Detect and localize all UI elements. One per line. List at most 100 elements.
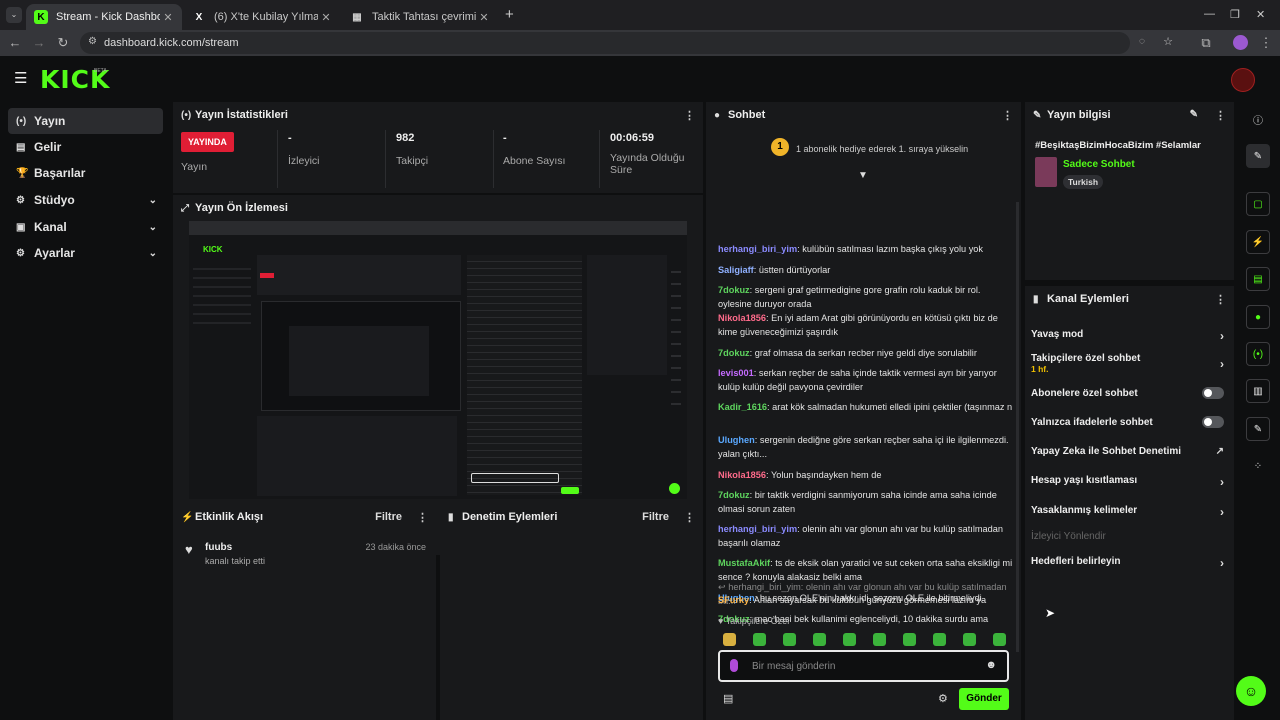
action-goals[interactable]: Hedefleri belirleyin ›	[1031, 556, 1226, 570]
bolt-icon[interactable]: ⚡	[1246, 230, 1270, 254]
microphone-icon[interactable]	[730, 659, 738, 672]
edit-icon[interactable]: ✎	[1190, 109, 1198, 120]
action-label: Hedefleri belirleyin	[1031, 556, 1121, 567]
site-info-icon[interactable]: ⚙	[88, 36, 97, 47]
chat-username[interactable]: 7dokuz	[718, 348, 750, 358]
emote-button[interactable]	[993, 633, 1006, 646]
pin-icon[interactable]: ▼	[858, 170, 868, 181]
broadcast-icon[interactable]: (•)	[1246, 342, 1270, 366]
action-slow-mode[interactable]: Yavaş mod ›	[1031, 329, 1226, 343]
browser-tab-taktik[interactable]: ▦ Taktik Tahtası çevrimiçi - Futbol ✕	[342, 4, 498, 30]
info-icon[interactable]: ⓘ	[1246, 107, 1270, 131]
emote-button[interactable]	[843, 633, 856, 646]
nodes-icon[interactable]: ⁘	[1246, 454, 1270, 478]
pencil-icon[interactable]: ✎	[1246, 144, 1270, 168]
emoji-icon[interactable]: ☻	[985, 659, 997, 671]
action-followers-chat[interactable]: Takipçilere özel sohbet 1 hf. ›	[1031, 353, 1226, 374]
back-icon[interactable]: ←	[7, 35, 23, 50]
category-thumbnail[interactable]	[1035, 157, 1057, 187]
more-options-icon[interactable]: ⋮	[684, 511, 695, 524]
nav-item-gelir[interactable]: ▤ Gelir	[8, 134, 163, 160]
chat-username[interactable]: 7dokuz	[718, 490, 750, 500]
emote-button[interactable]	[933, 633, 946, 646]
chat-username[interactable]: herhangi_biri_yim	[718, 244, 797, 254]
nav-item-yayin[interactable]: (•) Yayın	[8, 108, 163, 134]
more-options-icon[interactable]: ⋮	[684, 109, 695, 122]
reload-icon[interactable]: ↻	[55, 35, 71, 51]
emote-chat-toggle[interactable]	[1202, 416, 1224, 428]
action-subs-chat[interactable]: Abonelere özel sohbet	[1031, 387, 1226, 399]
browser-menu-icon[interactable]: ⋮	[1258, 35, 1274, 51]
chat-username[interactable]: herhangi_biri_yim	[718, 524, 797, 534]
user-avatar[interactable]	[1231, 68, 1255, 92]
stream-preview-video[interactable]: KICK	[189, 221, 687, 499]
close-tab-icon[interactable]: ✕	[476, 11, 492, 24]
emote-button[interactable]	[753, 633, 766, 646]
emote-button[interactable]	[873, 633, 886, 646]
filter-button[interactable]: Filtre	[375, 511, 402, 523]
chat-username[interactable]: SFurky	[718, 595, 749, 605]
chat-input[interactable]: Bir mesaj gönderin ☻	[718, 650, 1009, 682]
more-options-icon[interactable]: ⋮	[1215, 109, 1226, 122]
layout-icon[interactable]: ▥	[1246, 379, 1270, 403]
close-window-icon[interactable]: ✕	[1256, 8, 1265, 21]
activity-user[interactable]: fuubs	[205, 542, 232, 553]
camera-icon[interactable]: ▢	[1246, 192, 1270, 216]
gift-leaderboard-text[interactable]: 1 abonelik hediye ederek 1. sıraya yükse…	[796, 144, 968, 154]
panel-title: Kanal Eylemleri	[1047, 293, 1129, 305]
chat-username[interactable]: MustafaAkif	[718, 558, 770, 568]
emote-button[interactable]	[963, 633, 976, 646]
document-icon[interactable]: ▤	[1246, 267, 1270, 291]
nav-item-basarilar[interactable]: 🏆 Başarılar	[8, 160, 163, 186]
restore-icon[interactable]: ❐	[1230, 8, 1240, 21]
emote-button[interactable]	[783, 633, 796, 646]
subs-chat-toggle[interactable]	[1202, 387, 1224, 399]
chat-username[interactable]: Ulughen	[718, 435, 755, 445]
chat-username[interactable]: Nikola1856	[718, 470, 766, 480]
emote-button[interactable]	[903, 633, 916, 646]
emote-button[interactable]	[813, 633, 826, 646]
chat-username[interactable]: Saligiaff	[718, 265, 754, 275]
hamburger-menu-icon[interactable]: ☰	[14, 69, 27, 87]
profile-avatar-icon[interactable]	[1233, 35, 1248, 50]
wrench-icon[interactable]: ✎	[1246, 417, 1270, 441]
extensions-icon[interactable]: ⧉	[1198, 35, 1214, 51]
filter-button[interactable]: Filtre	[642, 511, 669, 523]
support-chat-icon[interactable]: ☺	[1236, 676, 1266, 706]
divider	[385, 130, 386, 188]
nav-item-studyo[interactable]: ⚙ Stüdyo ⌄	[8, 187, 163, 213]
new-tab-button[interactable]: +	[505, 6, 514, 23]
chat-username[interactable]: levis001	[718, 368, 754, 378]
minimize-icon[interactable]: —	[1204, 8, 1215, 20]
nav-item-kanal[interactable]: ▣ Kanal ⌄	[8, 214, 163, 240]
emote-button[interactable]	[723, 633, 736, 646]
more-options-icon[interactable]: ⋮	[1215, 293, 1226, 306]
nav-item-ayarlar[interactable]: ⚙ Ayarlar ⌄	[8, 240, 163, 266]
chat-bubble-icon[interactable]: ●	[1246, 305, 1270, 329]
browser-tab-kick[interactable]: K Stream - Kick Dashboard ✕	[26, 4, 182, 30]
eye-off-icon[interactable]: ◌	[1139, 36, 1145, 47]
nav-label: Kanal	[34, 220, 67, 234]
chat-username[interactable]: Nikola1856	[718, 313, 766, 323]
close-tab-icon[interactable]: ✕	[160, 11, 176, 24]
action-emote-chat[interactable]: Yalnızca ifadelerle sohbet	[1031, 416, 1226, 428]
close-tab-icon[interactable]: ✕	[318, 11, 334, 24]
action-banned-words[interactable]: Yasaklanmış kelimeler ›	[1031, 505, 1226, 519]
chat-username[interactable]: Kadir_1616	[718, 402, 767, 412]
category-name[interactable]: Sadece Sohbet	[1063, 159, 1135, 170]
bookmark-star-icon[interactable]: ☆	[1163, 35, 1173, 48]
browser-tab-x[interactable]: X (6) X'te Kubilay Yılmaz: "He x-O ✕	[184, 4, 340, 30]
forward-icon[interactable]: →	[31, 35, 47, 50]
chat-username[interactable]: 7dokuz	[718, 285, 750, 295]
more-options-icon[interactable]: ⋮	[417, 511, 428, 524]
chat-settings-icon[interactable]: ⚙	[938, 692, 948, 705]
tab-search-button[interactable]: ⌄	[6, 7, 22, 23]
action-ai-moderation[interactable]: Yapay Zeka ile Sohbet Denetimi ↗	[1031, 446, 1226, 457]
url-field[interactable]: ⚙ dashboard.kick.com/stream ◌ ☆	[80, 32, 1173, 54]
gift-icon[interactable]: ▤	[723, 692, 733, 705]
divider	[493, 130, 494, 188]
more-options-icon[interactable]: ⋮	[1002, 109, 1013, 122]
chat-scrollbar[interactable]	[1016, 202, 1019, 652]
action-age-limits[interactable]: Hesap yaşı kısıtlaması ›	[1031, 475, 1226, 489]
send-button[interactable]: Gönder	[959, 688, 1009, 710]
